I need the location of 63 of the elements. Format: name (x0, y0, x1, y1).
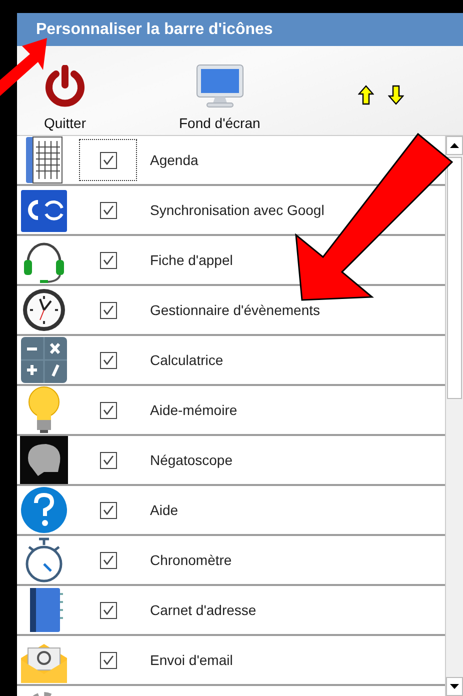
list-row[interactable]: Chronomètre (17, 536, 445, 586)
list-row[interactable]: Aide (17, 486, 445, 536)
calendar-icon (24, 136, 64, 184)
clock-icon (21, 287, 67, 333)
item-label: Chronomètre (150, 552, 232, 568)
item-label: Aide-mémoire (150, 402, 238, 418)
quit-button[interactable]: Quitter (43, 65, 87, 135)
lightbulb-icon (26, 386, 62, 434)
wallpaper-button[interactable]: Fond d'écran (179, 63, 260, 135)
checkbox[interactable] (100, 652, 116, 668)
checkbox[interactable] (100, 352, 116, 368)
list-row[interactable]: Carnet d'adresse (17, 586, 445, 636)
up-triangle-icon (450, 143, 459, 148)
power-icon (43, 65, 87, 109)
checkmark-icon (102, 554, 114, 566)
checkbox[interactable] (100, 602, 116, 618)
checkbox[interactable] (100, 152, 116, 168)
list-row[interactable]: Calculatrice (17, 336, 445, 386)
down-arrow-icon (388, 84, 404, 104)
checkbox[interactable] (100, 502, 116, 518)
checkmark-icon (102, 454, 114, 466)
checkbox[interactable] (100, 302, 116, 318)
item-label: Fiche d'appel (150, 252, 233, 268)
help-icon (20, 486, 68, 534)
scroll-down-button[interactable] (446, 677, 463, 696)
calculator-icon (20, 336, 68, 384)
window-title: Personnaliser la barre d'icônes (36, 20, 273, 38)
monitor-icon (194, 63, 245, 109)
checkmark-icon (102, 204, 114, 216)
checkbox[interactable] (100, 402, 116, 418)
up-arrow-icon (358, 84, 374, 104)
move-up-button[interactable] (358, 84, 374, 104)
scroll-up-button[interactable] (446, 136, 463, 155)
checkbox[interactable] (100, 202, 116, 218)
item-label: Agenda (150, 152, 198, 168)
list-row[interactable]: Envoi d'email (17, 636, 445, 686)
item-label: Négatoscope (150, 452, 233, 468)
checkmark-icon (102, 354, 114, 366)
checkbox[interactable] (100, 452, 116, 468)
xray-image-icon (20, 436, 68, 484)
item-label: Carnet d'adresse (150, 602, 256, 618)
checkmark-icon (102, 304, 114, 316)
item-label: Synchronisation avec Googl (150, 202, 324, 218)
stopwatch-icon (23, 537, 65, 583)
checkmark-icon (102, 154, 114, 166)
scrollbar[interactable] (445, 136, 463, 696)
item-label: Envoi d'email (150, 652, 233, 668)
item-label: Gestionnaire d'évènements (150, 302, 320, 318)
checkmark-icon (102, 604, 114, 616)
list-row[interactable]: Aide-mémoire (17, 386, 445, 436)
move-down-button[interactable] (388, 84, 404, 104)
item-label: Calculatrice (150, 352, 224, 368)
checkbox[interactable] (100, 552, 116, 568)
list-row[interactable]: Négatoscope (17, 436, 445, 486)
checkmark-icon (102, 254, 114, 266)
checkmark-icon (102, 504, 114, 516)
item-label: Aide (150, 502, 178, 518)
down-triangle-icon (450, 684, 459, 689)
annotation-arrow (0, 38, 47, 96)
checkmark-icon (102, 404, 114, 416)
scroll-thumb[interactable] (447, 157, 462, 399)
checkbox[interactable] (100, 252, 116, 268)
checkmark-icon (102, 654, 114, 666)
